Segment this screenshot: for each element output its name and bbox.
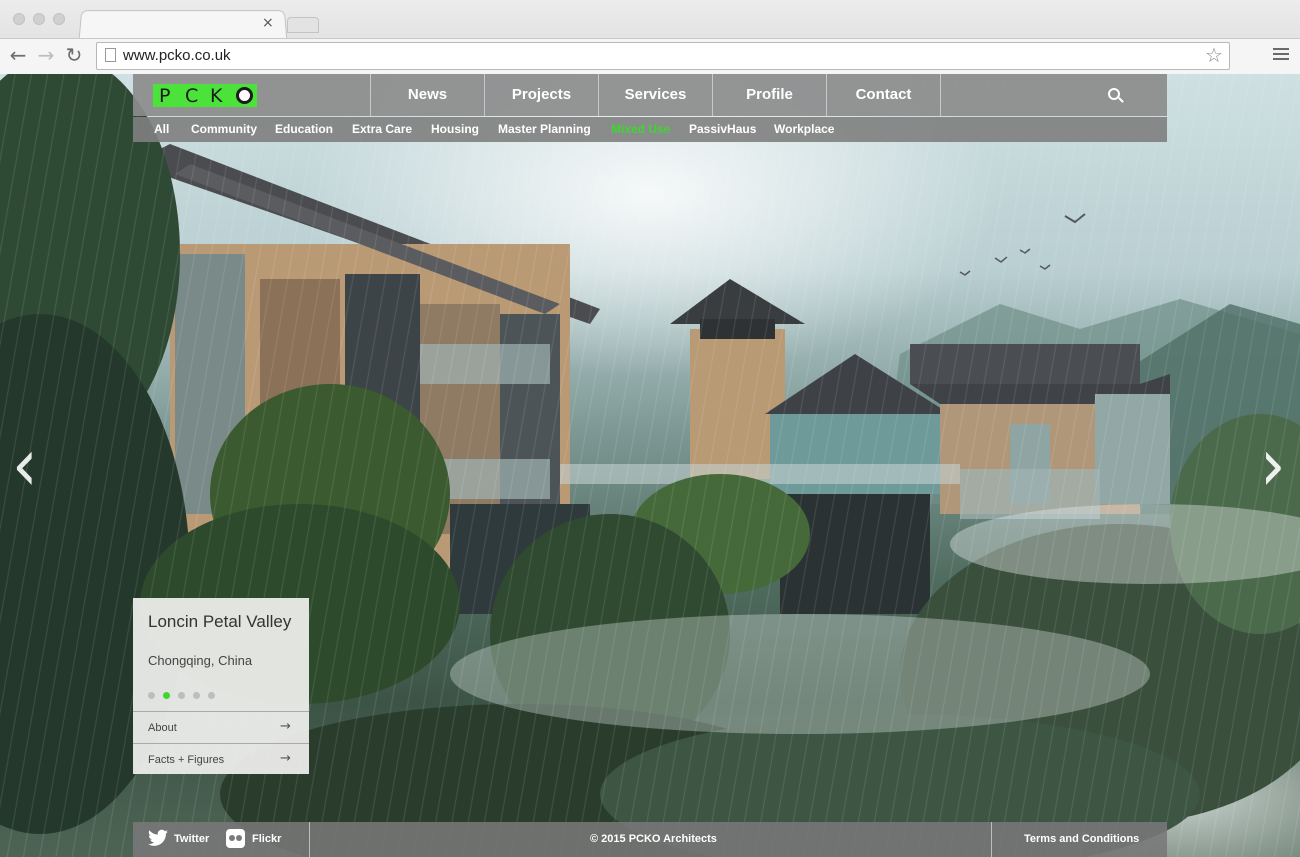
address-bar[interactable] <box>96 42 1230 70</box>
page-icon <box>105 48 116 62</box>
filter-housing[interactable]: Housing <box>431 117 479 142</box>
browser-tab[interactable] <box>78 10 288 39</box>
tab-close-icon[interactable]: × <box>262 15 274 31</box>
filter-master-planning[interactable]: Master Planning <box>498 117 591 142</box>
slide-dot[interactable] <box>148 692 155 699</box>
footer-divider <box>991 822 992 857</box>
logo-letter-c: C <box>185 85 199 107</box>
slider-prev-icon[interactable]: ‹ <box>12 429 38 503</box>
url-text[interactable]: www.pcko.co.uk <box>123 47 231 65</box>
nav-profile[interactable]: Profile <box>712 74 826 116</box>
logo-letter-p: P <box>159 85 171 107</box>
back-arrow-icon[interactable]: ← <box>8 45 28 65</box>
nav-contact[interactable]: Contact <box>826 74 940 116</box>
terms-link[interactable]: Terms and Conditions <box>1024 832 1139 846</box>
window-zoom-dot[interactable] <box>53 13 65 25</box>
slide-dot-active[interactable] <box>163 692 170 699</box>
flickr-icon[interactable] <box>226 829 245 848</box>
filter-passivhaus[interactable]: PassivHaus <box>689 117 756 142</box>
star-icon[interactable]: ☆ <box>1205 44 1223 66</box>
nav-news[interactable]: News <box>370 74 484 116</box>
nav-search-area[interactable] <box>940 74 1167 116</box>
logo-letter-k: K <box>210 85 223 107</box>
arrow-right-icon[interactable]: → <box>280 752 291 766</box>
hamburger-menu-icon[interactable] <box>1273 48 1289 62</box>
project-title: Loncin Petal Valley <box>148 612 292 631</box>
filter-extra-care[interactable]: Extra Care <box>352 117 412 142</box>
twitter-link[interactable]: Twitter <box>174 832 209 846</box>
nav-projects[interactable]: Projects <box>484 74 598 116</box>
window-close-dot[interactable] <box>13 13 25 25</box>
facts-label[interactable]: Facts + Figures <box>148 753 224 767</box>
slide-dot[interactable] <box>208 692 215 699</box>
about-label[interactable]: About <box>148 721 177 735</box>
flickr-link[interactable]: Flickr <box>252 832 281 846</box>
twitter-icon[interactable] <box>148 829 168 847</box>
logo-ring-icon <box>236 87 253 104</box>
arrow-right-icon[interactable]: → <box>280 720 291 734</box>
filter-education[interactable]: Education <box>275 117 333 142</box>
filter-all[interactable]: All <box>154 117 169 142</box>
filter-community[interactable]: Community <box>191 117 257 142</box>
footer-divider <box>309 822 310 857</box>
reload-icon[interactable]: ↻ <box>64 45 84 65</box>
slide-dot[interactable] <box>178 692 185 699</box>
nav-services[interactable]: Services <box>598 74 712 116</box>
new-tab-button[interactable] <box>287 17 319 33</box>
slider-next-icon[interactable]: › <box>1260 429 1286 503</box>
forward-arrow-icon[interactable]: → <box>36 45 56 65</box>
copyright-text: © 2015 PCKO Architects <box>590 833 717 845</box>
project-location: Chongqing, China <box>148 653 253 668</box>
slide-dot[interactable] <box>193 692 200 699</box>
filter-mixed-use[interactable]: Mixed Use <box>611 117 670 142</box>
filter-workplace[interactable]: Workplace <box>774 117 834 142</box>
window-minimize-dot[interactable] <box>33 13 45 25</box>
